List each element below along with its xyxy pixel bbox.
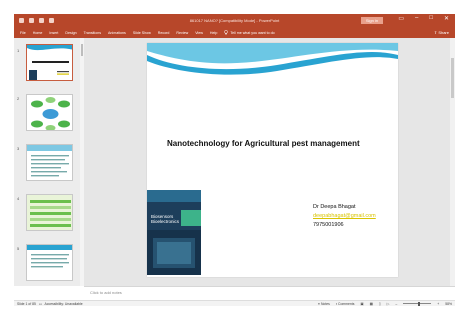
- thumbnail-number: 3: [17, 146, 20, 151]
- tab-record[interactable]: Record: [158, 31, 170, 35]
- ribbon-tabs: File Home Insert Design Transitions Anim…: [14, 27, 455, 38]
- share-icon: ⇪: [433, 30, 438, 35]
- tab-insert[interactable]: Insert: [49, 31, 58, 35]
- thumbnails-scrollbar-thumb[interactable]: [81, 44, 83, 56]
- sign-in-button[interactable]: Sign in: [361, 17, 383, 24]
- thumbnail-1-preview: [27, 45, 72, 80]
- comments-toggle-label: Comments: [338, 301, 355, 306]
- maximize-icon[interactable]: □: [429, 15, 433, 22]
- slideshow-view-icon[interactable]: ▷: [387, 302, 390, 306]
- window-title: 861017 NANO? [Compatibility Mode] - Powe…: [189, 18, 280, 23]
- tab-transitions[interactable]: Transitions: [84, 31, 101, 35]
- comments-toggle[interactable]: ▪ Comments: [336, 302, 355, 306]
- slide-thumbnail-4[interactable]: [26, 194, 73, 231]
- accessibility-status[interactable]: Accessibility: Unavailable: [45, 302, 83, 306]
- tell-me-box[interactable]: Tell me what you want to do: [224, 29, 275, 36]
- zoom-level[interactable]: 58%: [445, 302, 452, 306]
- window-controls: ▭ – □ ✕: [398, 15, 449, 22]
- comment-icon: ▪: [335, 301, 338, 306]
- zoom-slider[interactable]: [403, 301, 432, 306]
- thumbnail-3-preview: [27, 145, 72, 177]
- author-email-link[interactable]: deepabhagat@gmail.com: [313, 212, 376, 221]
- minimize-icon[interactable]: –: [415, 15, 418, 22]
- thumbnail-number: 5: [17, 246, 20, 251]
- author-phone: 7975001906: [313, 222, 344, 228]
- thumbnail-2-preview: [31, 97, 70, 130]
- thumbnail-number: 2: [17, 96, 20, 101]
- slide-scrollbar-thumb[interactable]: [451, 58, 454, 98]
- current-slide[interactable]: Nanotechnology for Agricultural pest man…: [147, 43, 398, 277]
- tab-design[interactable]: Design: [65, 31, 76, 35]
- share-button[interactable]: ⇪ Share: [434, 30, 449, 35]
- tab-view[interactable]: View: [195, 31, 203, 35]
- tab-review[interactable]: Review: [176, 31, 188, 35]
- slide-thumbnail-1[interactable]: [26, 44, 73, 81]
- status-bar: Slide 1 of 85 ▭ Accessibility: Unavailab…: [14, 300, 455, 306]
- slide-thumbnails-pane: 1 2 3 4 5: [14, 38, 80, 286]
- thumbnail-5-preview: [27, 245, 72, 268]
- reading-view-icon[interactable]: ▯: [379, 302, 381, 306]
- thumbnail-number: 1: [17, 48, 20, 53]
- author-name: Dr Deepa Bhagat: [313, 204, 356, 210]
- slide-scrollbar[interactable]: [450, 38, 455, 286]
- slide-thumbnail-2[interactable]: [26, 94, 73, 131]
- book-cover-title: Biosensors Bioelectronics: [151, 214, 179, 224]
- tab-help[interactable]: Help: [210, 31, 217, 35]
- tab-animations[interactable]: Animations: [108, 31, 126, 35]
- normal-view-icon[interactable]: ▣: [360, 302, 363, 306]
- slide-header-wave: [147, 43, 398, 75]
- spell-check-icon[interactable]: ▭: [39, 302, 42, 306]
- notes-placeholder: Click to add notes: [90, 290, 122, 295]
- tell-me-text: Tell me what you want to do: [230, 30, 275, 35]
- slide-thumbnail-3[interactable]: [26, 144, 73, 181]
- slide-sorter-icon[interactable]: ▦: [370, 302, 373, 306]
- notes-icon: ≡: [318, 301, 321, 306]
- book-title-line-2: Bioelectronics: [151, 219, 180, 224]
- slide-title[interactable]: Nanotechnology for Agricultural pest man…: [167, 139, 382, 148]
- thumbnail-number: 4: [17, 196, 20, 201]
- tab-slide-show[interactable]: Slide Show: [133, 31, 151, 35]
- close-icon[interactable]: ✕: [444, 15, 449, 22]
- notes-toggle[interactable]: ≡ Notes: [318, 302, 330, 306]
- tab-file[interactable]: File: [20, 31, 26, 35]
- slide-count: Slide 1 of 85: [17, 302, 36, 306]
- notes-pane[interactable]: Click to add notes: [84, 286, 455, 300]
- book-cover-image[interactable]: Biosensors Bioelectronics: [147, 190, 201, 275]
- notes-toggle-label: Notes: [320, 301, 330, 306]
- zoom-out-icon[interactable]: –: [395, 302, 397, 306]
- tab-home[interactable]: Home: [33, 31, 43, 35]
- zoom-slider-knob[interactable]: [417, 301, 420, 306]
- share-label: Share: [438, 30, 449, 35]
- slide-thumbnail-5[interactable]: [26, 244, 73, 281]
- zoom-in-icon[interactable]: +: [437, 302, 439, 306]
- book-cover-art: [147, 190, 201, 275]
- author-info[interactable]: Dr Deepa Bhagat deepabhagat@gmail.com 79…: [313, 203, 376, 230]
- title-bar: 861017 NANO? [Compatibility Mode] - Powe…: [14, 14, 455, 27]
- ribbon-display-options-icon[interactable]: ▭: [398, 15, 404, 22]
- lightbulb-icon: [224, 29, 229, 36]
- thumbnail-4-preview: [27, 195, 72, 230]
